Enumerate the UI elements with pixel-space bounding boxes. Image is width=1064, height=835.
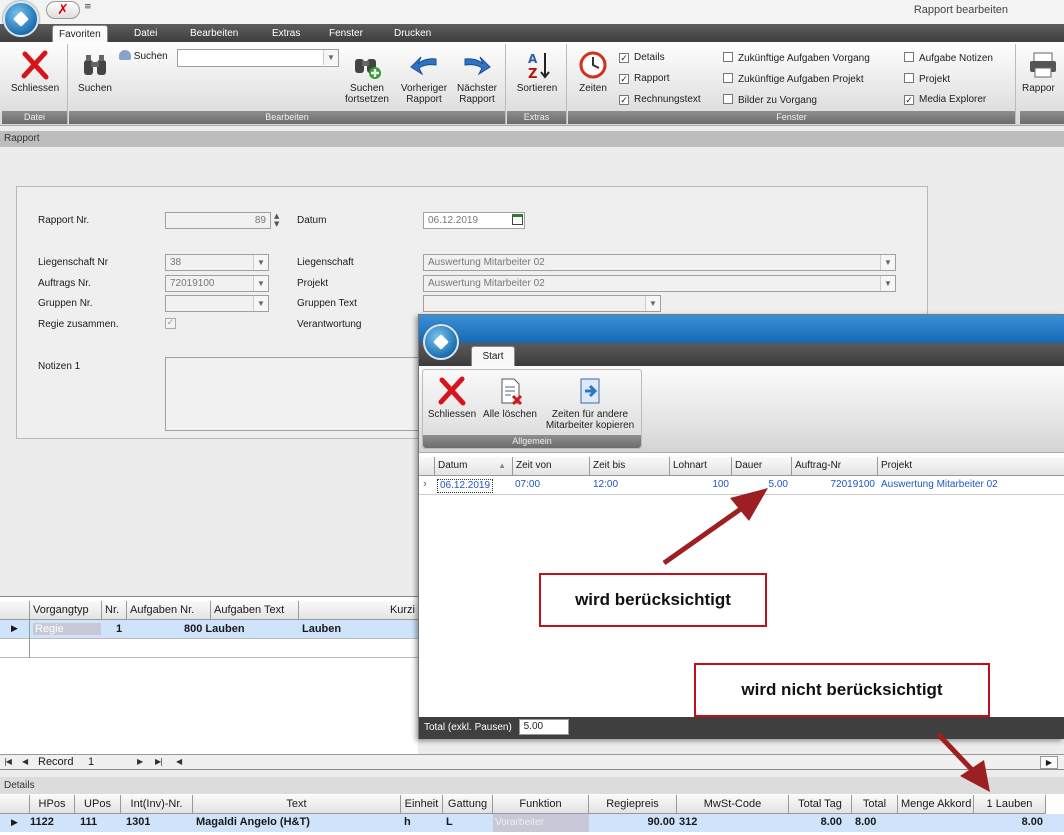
arrow-considered-icon [662, 488, 768, 566]
callout-considered: wird berücksichtigt [539, 573, 767, 627]
app-menu-orb-icon[interactable] [3, 1, 39, 37]
callout-not-considered: wird nicht berücksichtigt [694, 663, 990, 717]
arrow-not-considered-icon [936, 732, 990, 792]
